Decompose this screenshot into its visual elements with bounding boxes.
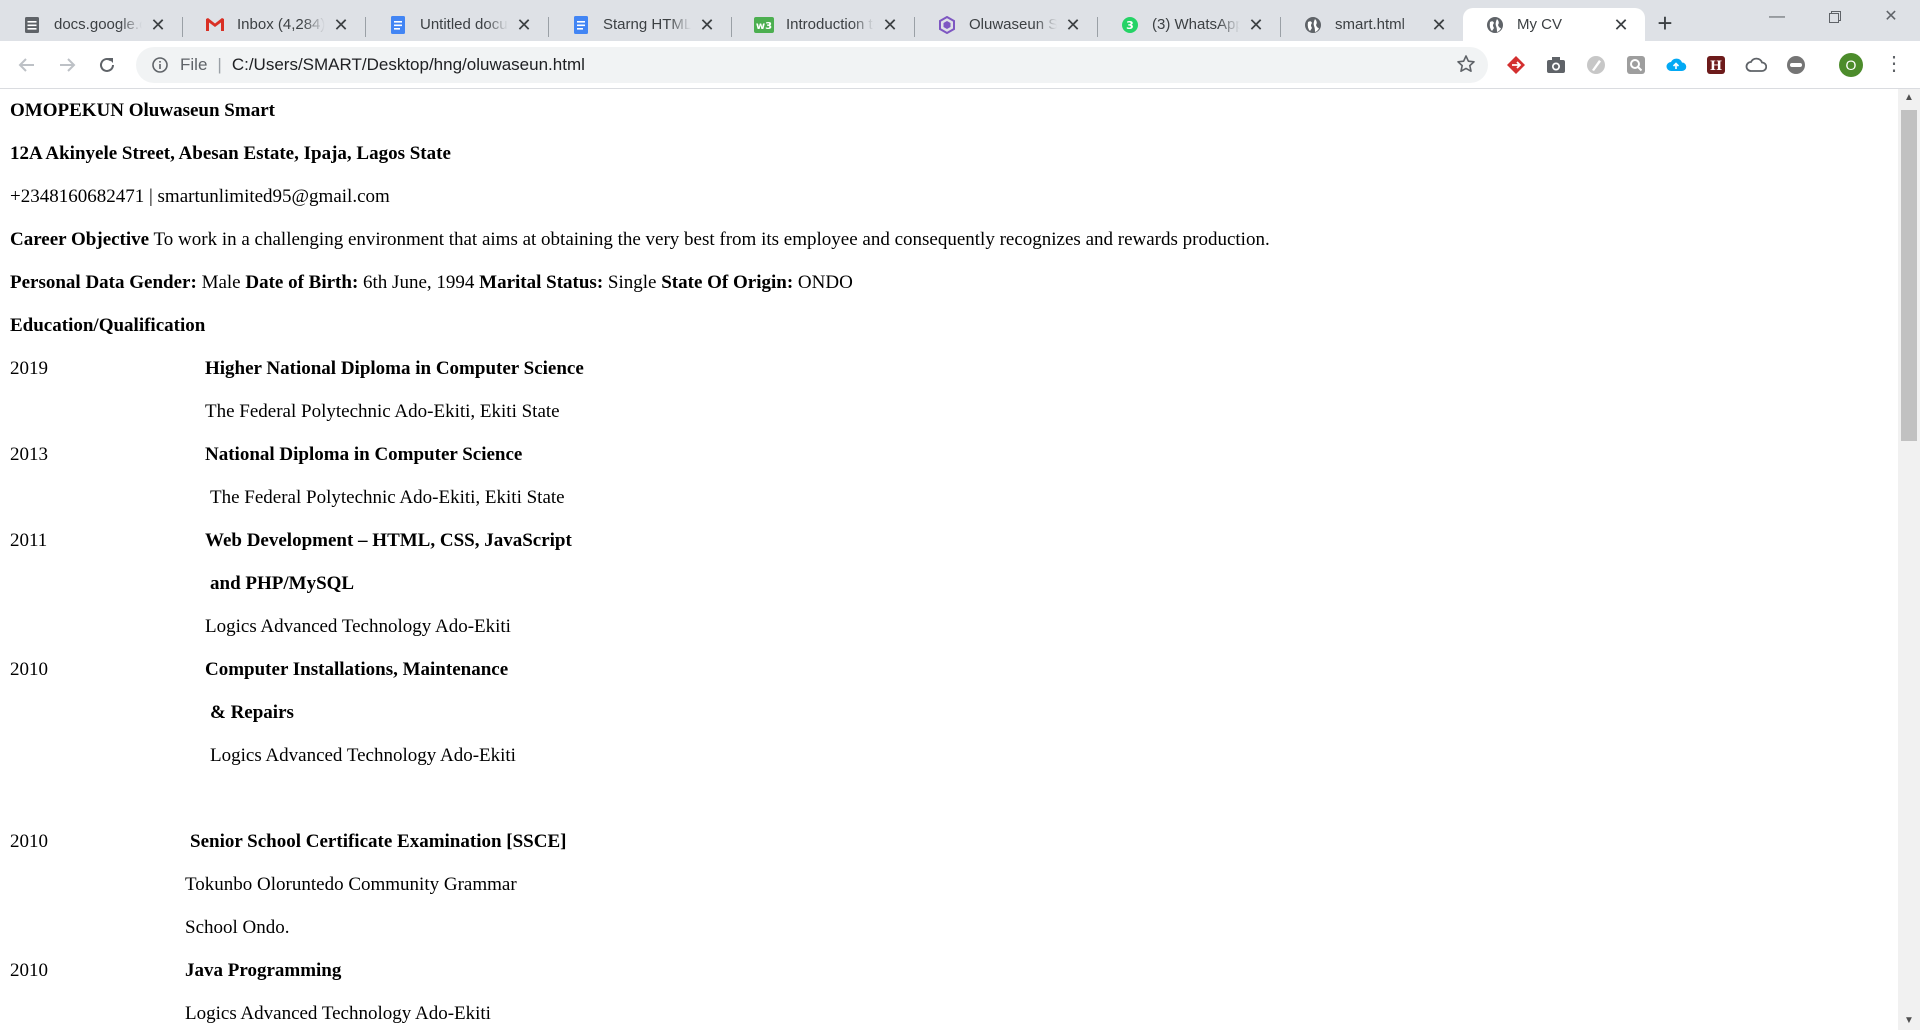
close-window-icon[interactable]: ✕	[1862, 0, 1920, 34]
tab-strip: docs.google.com ✕ Inbox (4,284) - ✕ Unti…	[0, 0, 1920, 41]
cv-address: 12A Akinyele Street, Abesan Estate, Ipaj…	[10, 143, 451, 164]
education-institution: The Federal Polytechnic Ado-Ekiti, Ekiti…	[210, 487, 565, 508]
education-title: Computer Installations, Maintenance	[205, 659, 509, 680]
tab-title: Starng HTML Task	[603, 16, 691, 33]
tab-title: Untitled document	[420, 16, 508, 33]
close-tab-icon[interactable]: ✕	[1611, 15, 1631, 35]
education-year: 2011	[10, 530, 48, 551]
close-tab-icon[interactable]: ✕	[880, 15, 900, 35]
tab-title: smart.html	[1335, 16, 1406, 33]
tab-title: (3) WhatsApp	[1152, 16, 1240, 33]
education-institution-continued: School Ondo.	[185, 917, 290, 938]
w3-icon: w3	[754, 15, 774, 35]
tab-oluwaseun-smart[interactable]: Oluwaseun Smart ✕	[915, 8, 1097, 41]
pen-extension-icon[interactable]	[1585, 54, 1607, 76]
gmail-icon	[205, 15, 225, 35]
close-tab-icon[interactable]: ✕	[1429, 15, 1449, 35]
docs-icon	[571, 15, 591, 35]
browser-toolbar: File | C:/Users/SMART/Desktop/hng/oluwas…	[0, 41, 1920, 89]
close-tab-icon[interactable]: ✕	[1063, 15, 1083, 35]
education-title-continued: & Repairs	[210, 702, 294, 723]
reload-icon[interactable]	[92, 50, 122, 80]
tab-my-cv[interactable]: My CV ✕	[1463, 8, 1645, 41]
education-institution: The Federal Polytechnic Ado-Ekiti, Ekiti…	[205, 401, 560, 422]
toggle-extension-icon[interactable]	[1785, 54, 1807, 76]
scheme-label: File	[180, 55, 208, 74]
education-title: Web Development – HTML, CSS, JavaScript	[205, 530, 572, 551]
hexagon-icon	[937, 15, 957, 35]
profile-avatar[interactable]: O	[1839, 53, 1863, 77]
scrollbar-thumb[interactable]	[1901, 110, 1917, 441]
svg-text:w3: w3	[756, 21, 772, 32]
tab-whatsapp[interactable]: 3 (3) WhatsApp ✕	[1098, 8, 1280, 41]
minimize-icon[interactable]: —	[1748, 0, 1806, 34]
tab-gmail[interactable]: Inbox (4,284) - ✕	[183, 8, 365, 41]
sheets-icon	[22, 15, 42, 35]
search-extension-icon[interactable]	[1625, 54, 1647, 76]
education-year: 2010	[10, 659, 48, 680]
bookmark-star-icon[interactable]	[1456, 54, 1476, 79]
globe-icon	[1485, 15, 1505, 35]
career-objective: Career Objective To work in a challengin…	[10, 228, 1270, 252]
h-extension-badge: H	[1710, 59, 1722, 74]
docs-icon	[388, 15, 408, 35]
education-title-continued: and PHP/MySQL	[210, 573, 355, 594]
close-tab-icon[interactable]: ✕	[148, 15, 168, 35]
education-heading: Education/Qualification	[10, 315, 206, 336]
cloud-icon[interactable]	[1745, 54, 1767, 76]
tab-title: Introduction to	[786, 16, 874, 33]
send-extension-icon[interactable]	[1505, 54, 1527, 76]
tab-starng-html-task[interactable]: Starng HTML Task ✕	[549, 8, 731, 41]
education-year: 2010	[10, 960, 48, 981]
education-year: 2010	[10, 831, 48, 852]
education-institution: Logics Advanced Technology Ado-Ekiti	[205, 616, 511, 637]
tab-title: Oluwaseun Smart	[969, 16, 1057, 33]
education-title: National Diploma in Computer Science	[205, 444, 523, 465]
globe-icon	[1303, 15, 1323, 35]
tab-title: My CV	[1517, 16, 1562, 33]
tab-docs-google[interactable]: docs.google.com ✕	[0, 8, 182, 41]
education-title: Senior School Certificate Examination [S…	[190, 831, 567, 852]
personal-data: Personal Data Gender: Male Date of Birth…	[10, 272, 853, 293]
education-title: Java Programming	[185, 960, 342, 981]
vertical-scrollbar[interactable]: ▲ ▼	[1898, 89, 1920, 1030]
tab-smart-html[interactable]: smart.html ✕	[1281, 8, 1463, 41]
new-tab-button[interactable]: +	[1650, 9, 1680, 39]
whatsapp-badge: 3	[1126, 19, 1134, 32]
education-institution: Logics Advanced Technology Ado-Ekiti	[210, 745, 516, 766]
address-bar[interactable]: File | C:/Users/SMART/Desktop/hng/oluwas…	[136, 47, 1488, 83]
close-tab-icon[interactable]: ✕	[1246, 15, 1266, 35]
url-text[interactable]: C:/Users/SMART/Desktop/hng/oluwaseun.htm…	[232, 55, 585, 75]
close-tab-icon[interactable]: ✕	[697, 15, 717, 35]
education-title: Higher National Diploma in Computer Scie…	[205, 358, 584, 379]
scroll-up-arrow-icon[interactable]: ▲	[1898, 89, 1920, 107]
education-year: 2013	[10, 444, 48, 465]
education-institution: Logics Advanced Technology Ado-Ekiti	[185, 1003, 491, 1024]
close-tab-icon[interactable]: ✕	[514, 15, 534, 35]
career-objective-label: Career Objective	[10, 229, 150, 250]
cv-name: OMOPEKUN Oluwaseun Smart	[10, 100, 275, 121]
menu-icon[interactable]: ⋮	[1882, 53, 1906, 77]
education-institution: Tokunbo Oloruntedo Community Grammar	[185, 874, 517, 895]
whatsapp-icon: 3	[1120, 15, 1140, 35]
career-objective-text: To work in a challenging environment tha…	[149, 229, 1270, 250]
forward-icon[interactable]	[52, 50, 82, 80]
cv-contact: +2348160682471 | smartunlimited95@gmail.…	[10, 186, 390, 207]
info-icon[interactable]	[150, 55, 170, 75]
scroll-down-arrow-icon[interactable]: ▼	[1898, 1012, 1920, 1030]
education-year: 2019	[10, 358, 48, 379]
restore-icon[interactable]	[1806, 0, 1864, 34]
cv-page: OMOPEKUN Oluwaseun Smart 12A Akinyele St…	[0, 89, 1898, 1030]
camera-icon[interactable]	[1545, 54, 1567, 76]
tab-title: Inbox (4,284) -	[237, 16, 325, 33]
address-divider: |	[217, 55, 222, 74]
h-extension-icon[interactable]: H	[1705, 54, 1727, 76]
back-icon[interactable]	[12, 50, 42, 80]
tab-title: docs.google.com	[54, 16, 142, 33]
cloud-upload-icon[interactable]	[1665, 54, 1687, 76]
close-tab-icon[interactable]: ✕	[331, 15, 351, 35]
tab-introduction[interactable]: w3 Introduction to ✕	[732, 8, 914, 41]
tab-untitled-document[interactable]: Untitled document ✕	[366, 8, 548, 41]
